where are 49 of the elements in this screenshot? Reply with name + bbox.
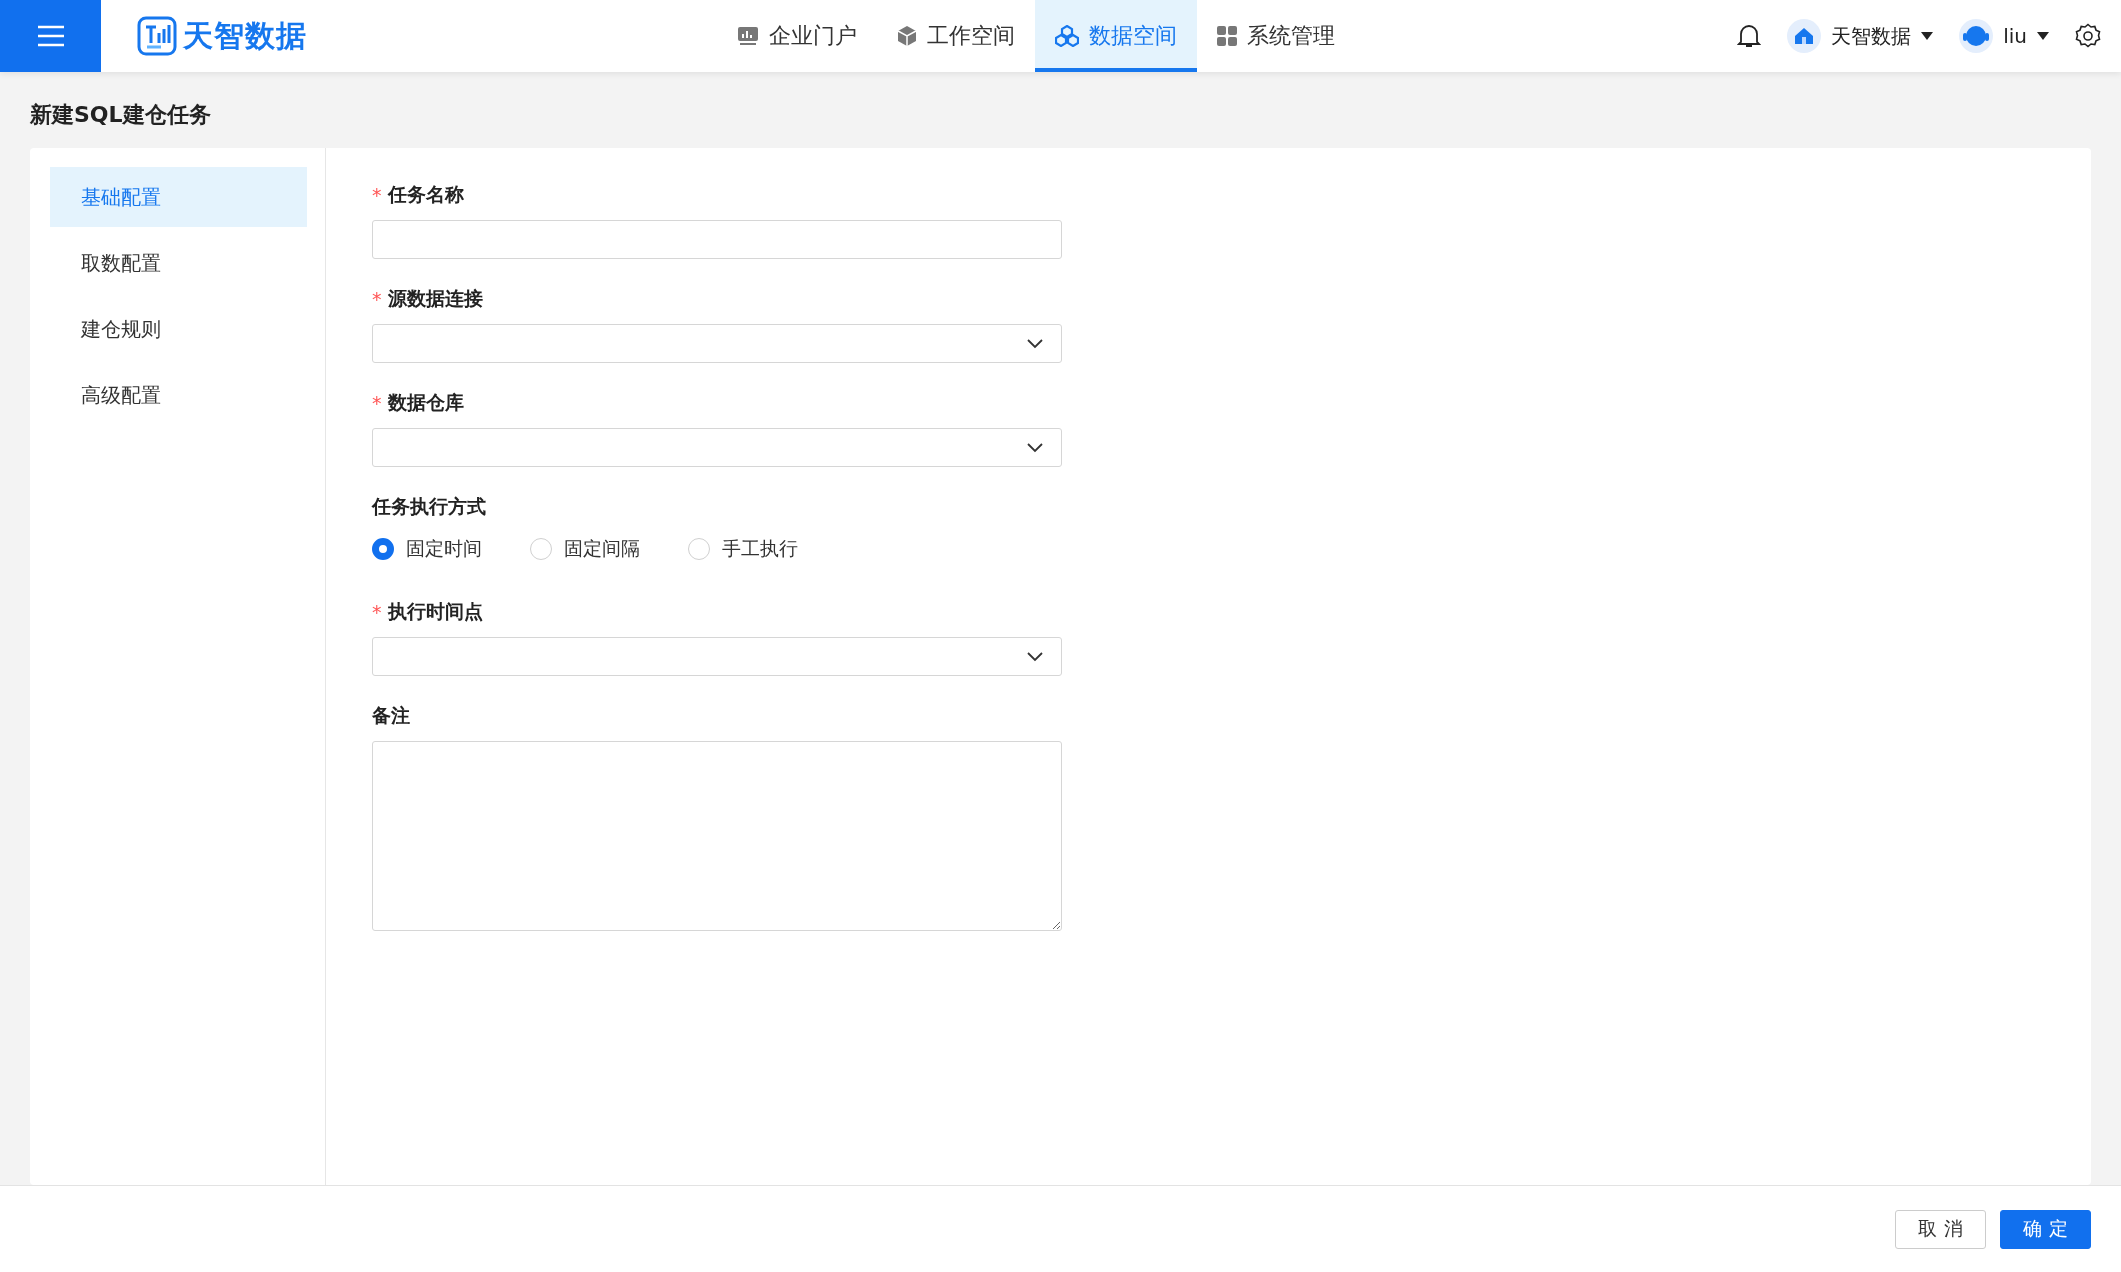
- org-switcher[interactable]: 天智数据: [1787, 19, 1934, 53]
- select-field[interactable]: [372, 637, 1062, 676]
- cancel-button[interactable]: 取 消: [1895, 1209, 1986, 1249]
- caret-icon: [2037, 32, 2049, 40]
- sidebar-item[interactable]: 取数配置: [50, 233, 307, 293]
- required-mark: *: [372, 392, 382, 414]
- input-field[interactable]: [372, 220, 1062, 259]
- sidebar-item[interactable]: 基础配置: [50, 167, 307, 227]
- menu-button[interactable]: [0, 0, 101, 72]
- cubes-icon: [1055, 25, 1079, 47]
- radio-option[interactable]: 固定时间: [372, 536, 482, 562]
- caret-icon: [1921, 32, 1934, 40]
- chevron-down-icon: [1027, 338, 1043, 349]
- required-mark: *: [372, 184, 382, 206]
- field-label: 任务名称: [387, 182, 464, 207]
- chart-icon: [737, 26, 759, 46]
- headset-avatar-icon: [1959, 19, 1994, 53]
- confirm-button[interactable]: 确 定: [2000, 1209, 2091, 1249]
- field-label: 备注: [372, 703, 410, 728]
- nav-tab[interactable]: 系统管理: [1197, 0, 1355, 72]
- house-avatar-icon: [1787, 19, 1822, 53]
- bell-icon[interactable]: [1737, 23, 1762, 49]
- required-mark: *: [372, 288, 382, 310]
- settings-icon[interactable]: [2075, 23, 2101, 49]
- user-menu[interactable]: liu: [1959, 19, 2049, 53]
- radio-circle[interactable]: [372, 538, 394, 560]
- cube-icon: [897, 25, 917, 47]
- field-label: 执行时间点: [387, 599, 483, 624]
- field-label: 源数据连接: [387, 286, 483, 311]
- nav-tab[interactable]: 工作空间: [877, 0, 1035, 72]
- chevron-down-icon: [1027, 442, 1043, 453]
- radio-option[interactable]: 固定间隔: [530, 536, 640, 562]
- required-mark: *: [372, 601, 382, 623]
- chevron-down-icon: [1027, 651, 1043, 662]
- select-field[interactable]: [372, 324, 1062, 363]
- select-field[interactable]: [372, 428, 1062, 467]
- radio-option[interactable]: 手工执行: [688, 536, 798, 562]
- menu-icon: [35, 24, 66, 48]
- nav-tab[interactable]: 企业门户: [717, 0, 877, 72]
- nav-tab[interactable]: 数据空间: [1035, 0, 1197, 72]
- notes-field[interactable]: [372, 741, 1062, 931]
- field-label: 任务执行方式: [372, 494, 486, 519]
- field-label: 数据仓库: [387, 390, 464, 415]
- sidebar-item[interactable]: 建仓规则: [50, 299, 307, 359]
- logo-text: 天智数据: [183, 16, 307, 55]
- page-title: 新建SQL建仓任务: [30, 101, 212, 129]
- sidebar-item[interactable]: 高级配置: [50, 365, 307, 425]
- grid-icon: [1217, 26, 1237, 46]
- logo-icon: [137, 16, 177, 56]
